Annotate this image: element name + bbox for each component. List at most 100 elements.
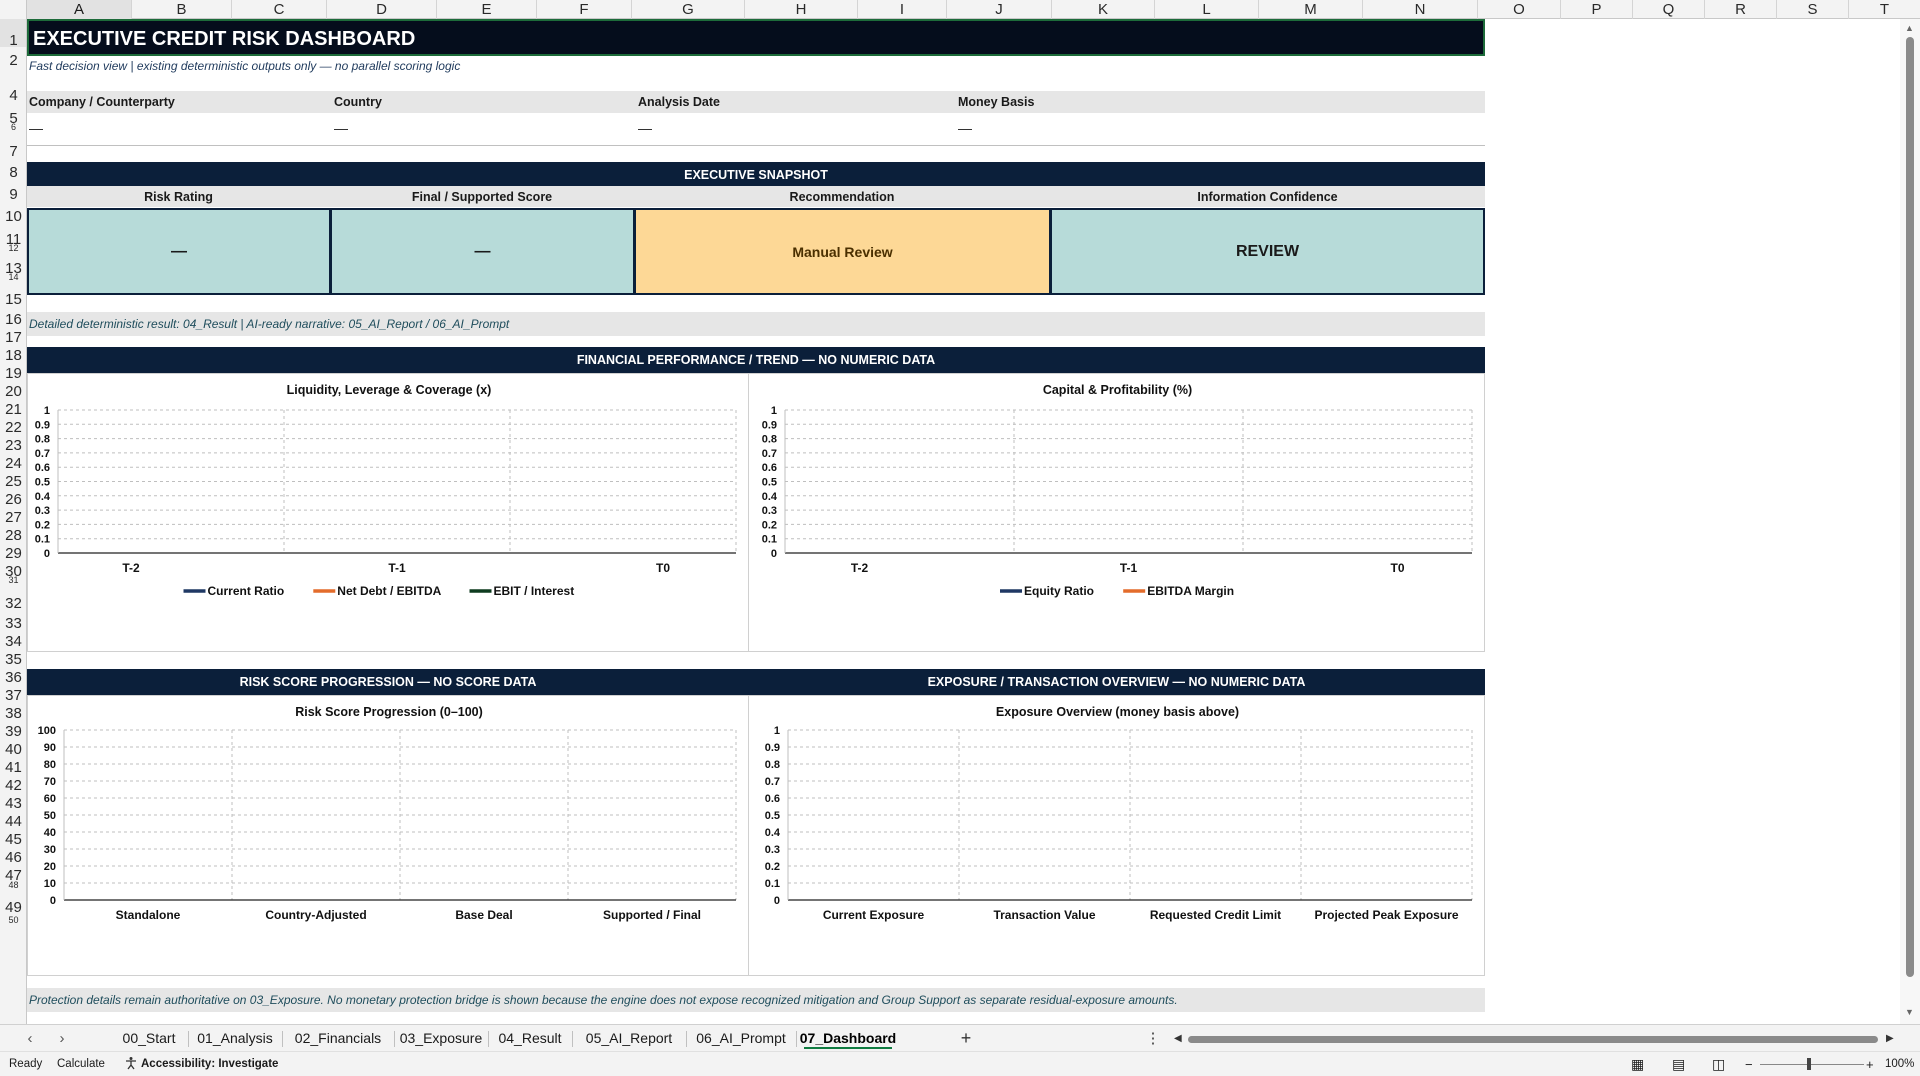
column-header-i[interactable]: I: [858, 0, 947, 19]
tab-07-dashboard[interactable]: 07_Dashboard: [796, 1025, 900, 1052]
row-header-26[interactable]: 26: [0, 491, 26, 509]
scroll-up-icon[interactable]: ▲: [1905, 23, 1914, 33]
column-header-q[interactable]: Q: [1633, 0, 1705, 19]
legend-item[interactable]: Equity Ratio: [1000, 584, 1094, 598]
row-header-21[interactable]: 21: [0, 401, 26, 419]
row-header-25[interactable]: 25: [0, 473, 26, 491]
column-header-e[interactable]: E: [437, 0, 537, 19]
vertical-scrollbar[interactable]: ▲ ▼: [1900, 19, 1920, 1024]
row-header-42[interactable]: 42: [0, 777, 26, 795]
dashboard-title[interactable]: EXECUTIVE CREDIT RISK DASHBOARD: [27, 19, 1485, 56]
next-sheet-icon[interactable]: ›: [52, 1025, 72, 1052]
row-header-28[interactable]: 28: [0, 527, 26, 545]
worksheet-grid[interactable]: EXECUTIVE CREDIT RISK DASHBOARD Fast dec…: [27, 19, 1900, 1024]
row-header-20[interactable]: 20: [0, 383, 26, 401]
select-all-corner[interactable]: [0, 0, 27, 19]
row-header-4[interactable]: 4: [0, 87, 26, 105]
add-sheet-icon[interactable]: +: [956, 1025, 976, 1052]
tab-03-exposure[interactable]: 03_Exposure: [394, 1025, 488, 1052]
accessibility-status[interactable]: Accessibility: Investigate: [141, 1052, 278, 1076]
information-confidence-value[interactable]: REVIEW: [1050, 208, 1485, 295]
money-basis-value[interactable]: —: [958, 120, 972, 136]
row-header-34[interactable]: 34: [0, 633, 26, 651]
zoom-in-icon[interactable]: +: [1866, 1052, 1874, 1076]
scroll-right-icon[interactable]: ▶: [1886, 1033, 1894, 1044]
row-header-17[interactable]: 17: [0, 329, 26, 347]
tab-04-result[interactable]: 04_Result: [488, 1025, 572, 1052]
vertical-scroll-thumb[interactable]: [1906, 37, 1914, 977]
row-header-46[interactable]: 46: [0, 849, 26, 867]
tab-06-ai-prompt[interactable]: 06_AI_Prompt: [686, 1025, 796, 1052]
row-header-29[interactable]: 29: [0, 545, 26, 563]
row-header-43[interactable]: 43: [0, 795, 26, 813]
row-header-31[interactable]: 31: [0, 575, 26, 585]
column-header-g[interactable]: G: [632, 0, 745, 19]
row-header-8[interactable]: 8: [0, 164, 26, 182]
tab-05-ai-report[interactable]: 05_AI_Report: [572, 1025, 686, 1052]
row-header-41[interactable]: 41: [0, 759, 26, 777]
horizontal-scroll-thumb[interactable]: [1188, 1036, 1878, 1043]
normal-view-icon[interactable]: ▦: [1631, 1052, 1644, 1076]
accessibility-icon[interactable]: [124, 1052, 138, 1076]
tab-02-financials[interactable]: 02_Financials: [282, 1025, 394, 1052]
tab-00-start[interactable]: 00_Start: [110, 1025, 188, 1052]
column-header-s[interactable]: S: [1777, 0, 1849, 19]
row-header-27[interactable]: 27: [0, 509, 26, 527]
legend-item[interactable]: Current Ratio: [183, 584, 285, 598]
row-header-23[interactable]: 23: [0, 437, 26, 455]
zoom-out-icon[interactable]: −: [1745, 1052, 1753, 1076]
column-header-p[interactable]: P: [1561, 0, 1633, 19]
row-header-44[interactable]: 44: [0, 813, 26, 831]
column-header-b[interactable]: B: [132, 0, 232, 19]
row-header-37[interactable]: 37: [0, 687, 26, 705]
risk-score-chart[interactable]: Risk Score Progression (0–100) 0 10 20 30 40 5…: [27, 695, 749, 976]
row-header-33[interactable]: 33: [0, 615, 26, 633]
legend-item[interactable]: EBIT / Interest: [469, 584, 575, 598]
country-value[interactable]: —: [334, 120, 348, 136]
capital-chart[interactable]: Capital & Profitability (%) 0 0.1 0.2 0.3 0.4…: [748, 373, 1485, 652]
row-header-36[interactable]: 36: [0, 669, 26, 687]
column-header-f[interactable]: F: [537, 0, 632, 19]
liquidity-chart[interactable]: Liquidity, Leverage & Coverage (x) 0 0.1 0.…: [27, 373, 749, 652]
scroll-down-icon[interactable]: ▼: [1905, 1007, 1914, 1017]
column-header-k[interactable]: K: [1052, 0, 1155, 19]
page-break-preview-icon[interactable]: ◫: [1712, 1052, 1725, 1076]
tab-01-analysis[interactable]: 01_Analysis: [188, 1025, 282, 1052]
row-header-7[interactable]: 7: [0, 143, 26, 161]
column-header-d[interactable]: D: [327, 0, 437, 19]
page-layout-icon[interactable]: ▤: [1672, 1052, 1685, 1076]
row-header-10[interactable]: 10: [0, 208, 26, 226]
column-header-l[interactable]: L: [1155, 0, 1259, 19]
recommendation-value[interactable]: Manual Review: [634, 208, 1051, 295]
row-header-1[interactable]: 1: [0, 19, 26, 49]
column-header-c[interactable]: C: [232, 0, 327, 19]
row-header-32[interactable]: 32: [0, 595, 26, 613]
exposure-chart[interactable]: Exposure Overview (money basis above) 0 0.…: [748, 695, 1485, 976]
column-header-o[interactable]: O: [1478, 0, 1561, 19]
prev-sheet-icon[interactable]: ‹: [20, 1025, 40, 1052]
row-header-38[interactable]: 38: [0, 705, 26, 723]
column-header-n[interactable]: N: [1363, 0, 1478, 19]
row-header-15[interactable]: 15: [0, 291, 26, 309]
column-header-h[interactable]: H: [745, 0, 858, 19]
row-header-24[interactable]: 24: [0, 455, 26, 473]
zoom-level[interactable]: 100%: [1885, 1052, 1914, 1076]
row-header-39[interactable]: 39: [0, 723, 26, 741]
row-header-9[interactable]: 9: [0, 186, 26, 204]
company-value[interactable]: —: [29, 120, 43, 136]
row-header-40[interactable]: 40: [0, 741, 26, 759]
zoom-slider-thumb[interactable]: [1807, 1058, 1811, 1070]
row-header-35[interactable]: 35: [0, 651, 26, 669]
row-header-6[interactable]: 6: [0, 122, 26, 132]
calculate-status[interactable]: Calculate: [57, 1052, 105, 1076]
column-header-r[interactable]: R: [1705, 0, 1777, 19]
row-header-12[interactable]: 12: [0, 243, 26, 253]
row-header-19[interactable]: 19: [0, 365, 26, 383]
column-header-a[interactable]: A: [27, 0, 132, 19]
more-options-icon[interactable]: ⋮: [1143, 1025, 1163, 1052]
row-header-18[interactable]: 18: [0, 347, 26, 365]
column-header-m[interactable]: M: [1259, 0, 1363, 19]
row-header-14[interactable]: 14: [0, 272, 26, 282]
final-score-value[interactable]: —: [330, 208, 635, 295]
scroll-left-icon[interactable]: ◀: [1174, 1033, 1182, 1044]
